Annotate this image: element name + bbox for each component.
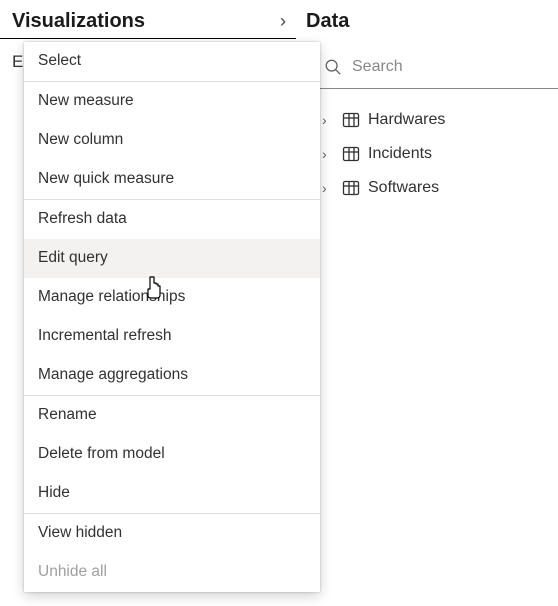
menu-item-new-column[interactable]: New column — [24, 121, 320, 160]
table-item-incidents[interactable]: › Incidents — [320, 137, 558, 171]
menu-item-manage-relationships[interactable]: Manage relationships — [24, 278, 320, 317]
data-pane: › Hardwares › Incidents › Softwares — [320, 46, 558, 205]
table-icon — [342, 179, 360, 197]
menu-item-rename[interactable]: Rename — [24, 395, 320, 435]
chevron-right-icon[interactable]: › — [322, 146, 334, 162]
menu-item-new-quick-measure[interactable]: New quick measure — [24, 160, 320, 199]
table-item-softwares[interactable]: › Softwares — [320, 171, 558, 205]
menu-item-select[interactable]: Select — [24, 42, 320, 81]
menu-item-hide[interactable]: Hide — [24, 474, 320, 513]
menu-item-unhide-all: Unhide all — [24, 553, 320, 592]
chevron-right-icon[interactable]: › — [322, 180, 334, 196]
search-icon — [324, 58, 342, 76]
menu-item-view-hidden[interactable]: View hidden — [24, 513, 320, 553]
table-label: Incidents — [368, 145, 432, 163]
menu-item-edit-query[interactable]: Edit query — [24, 239, 320, 278]
search-row[interactable] — [320, 46, 558, 89]
data-pane-header: Data — [296, 0, 558, 39]
tables-list: › Hardwares › Incidents › Softwares — [320, 89, 558, 205]
data-title: Data — [306, 10, 349, 33]
visualizations-pane-header: Visualizations ›› — [0, 0, 296, 39]
viz-build-prefix: E — [0, 40, 24, 72]
menu-item-incremental-refresh[interactable]: Incremental refresh — [24, 317, 320, 356]
table-icon — [342, 111, 360, 129]
table-item-hardwares[interactable]: › Hardwares — [320, 103, 558, 137]
menu-item-new-measure[interactable]: New measure — [24, 81, 320, 121]
table-label: Hardwares — [368, 111, 445, 129]
table-label: Softwares — [368, 179, 439, 197]
menu-item-delete-from-model[interactable]: Delete from model — [24, 435, 320, 474]
chevron-right-icon[interactable]: › — [322, 112, 334, 128]
collapse-chevrons-icon[interactable]: ›› — [280, 11, 286, 32]
search-input[interactable] — [352, 58, 558, 76]
menu-item-manage-aggregations[interactable]: Manage aggregations — [24, 356, 320, 395]
visualizations-title: Visualizations — [12, 10, 145, 33]
table-icon — [342, 145, 360, 163]
menu-item-refresh-data[interactable]: Refresh data — [24, 199, 320, 239]
table-context-menu: SelectNew measureNew columnNew quick mea… — [24, 42, 320, 592]
